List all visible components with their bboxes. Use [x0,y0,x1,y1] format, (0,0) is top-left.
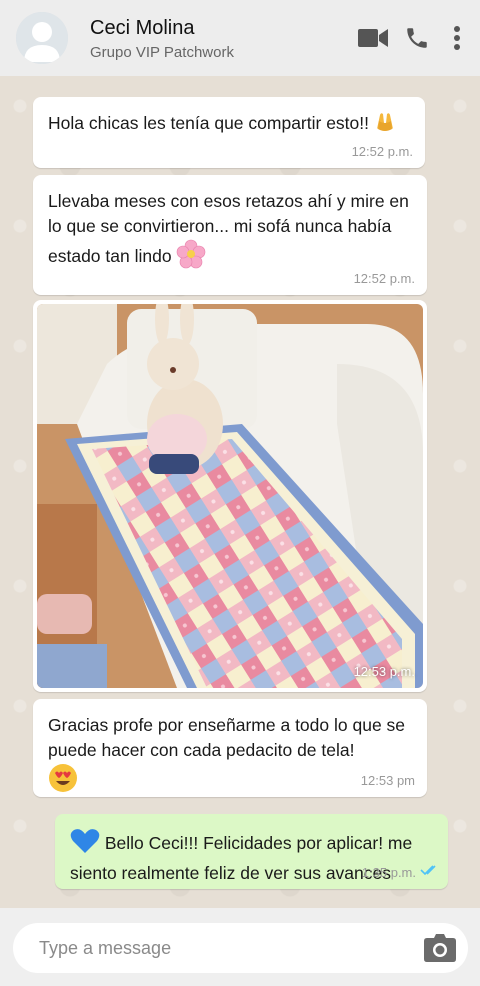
message-input[interactable] [39,937,399,959]
quilt-photo[interactable] [37,304,423,688]
camera-icon[interactable] [424,934,456,967]
message-text: Hola chicas les tenía que compartir esto… [33,97,425,138]
message-time: 12:53 p.m. [353,664,415,679]
message-input-container[interactable] [13,923,468,973]
avatar[interactable] [16,12,68,64]
chat-header: Ceci Molina Grupo VIP Patchwork [0,0,480,76]
message-bubble[interactable]: Llevaba meses con esos retazos ahí y mir… [33,175,427,295]
contact-name: Ceci Molina [90,16,195,39]
message-time: 12:52 p.m. [353,271,415,286]
message-bubble[interactable]: Hola chicas les tenía que compartir esto… [33,97,425,168]
heart-eyes-icon [48,763,78,800]
message-time: 1:35 p.m. [361,865,416,880]
raising-hands-icon [374,111,396,138]
composer-bar [0,908,480,986]
message-time: 12:53 pm [360,773,415,788]
read-receipt-icon [420,858,440,883]
message-bubble[interactable]: Gracias profe por enseñarme a todo lo qu… [33,699,427,797]
more-vert-icon[interactable] [450,23,464,53]
message-text-content: Llevaba meses con esos retazos ahí y mir… [48,191,409,267]
image-message[interactable]: 12:53 p.m. [33,300,427,692]
message-text-content: Gracias profe por enseñarme a todo lo qu… [48,715,406,760]
message-bubble-outgoing[interactable]: Bello Ceci!!! Felicidades por aplicar! m… [55,814,448,889]
message-time: 12:52 p.m. [351,144,413,159]
video-call-icon[interactable] [358,23,388,53]
cherry-blossom-icon [176,239,206,276]
message-text-content: Hola chicas les tenía que compartir esto… [48,113,369,134]
contact-subtitle: Grupo VIP Patchwork [90,43,234,61]
chat-area[interactable]: Hola chicas les tenía que compartir esto… [0,76,480,908]
blue-heart-icon [70,828,100,861]
phone-icon[interactable] [402,23,432,53]
message-text: Llevaba meses con esos retazos ahí y mir… [33,175,427,276]
contact-info[interactable]: Ceci Molina Grupo VIP Patchwork [90,16,358,61]
